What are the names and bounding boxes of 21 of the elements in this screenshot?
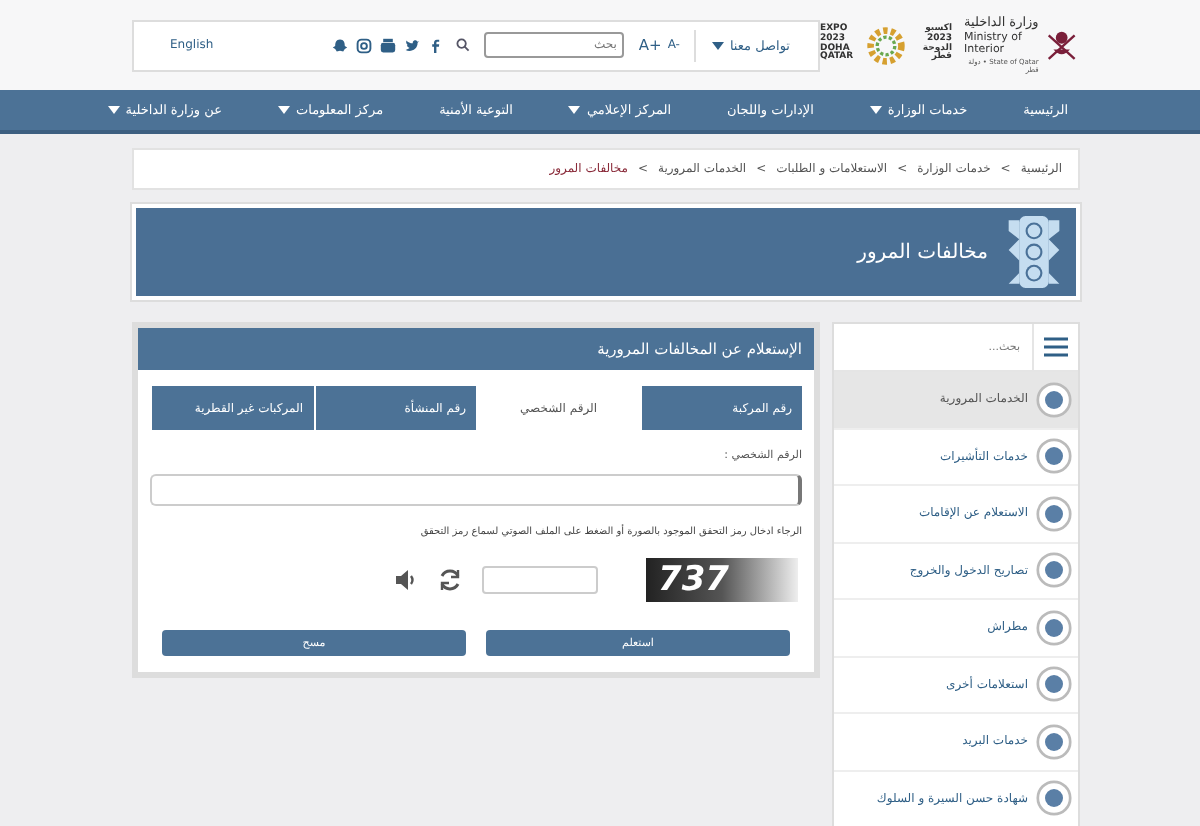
speaker-icon[interactable] (394, 568, 418, 592)
instagram-icon[interactable] (356, 37, 373, 53)
facebook-icon[interactable] (428, 37, 443, 53)
refresh-icon[interactable] (438, 568, 462, 592)
service-icon (1036, 381, 1072, 418)
search-icon[interactable] (456, 38, 471, 52)
service-icon (1036, 666, 1072, 703)
captcha-field[interactable] (482, 566, 598, 594)
service-icon (1036, 723, 1072, 760)
service-icon (1036, 552, 1072, 589)
page-title: مخالفات المرور (857, 241, 988, 263)
service-icon (1036, 495, 1072, 532)
traffic-light-icon (1008, 214, 1060, 290)
service-icon (1036, 438, 1072, 475)
service-icon (1036, 780, 1072, 817)
twitter-icon[interactable] (404, 37, 421, 53)
captcha-image: 737 (646, 558, 798, 602)
caret-icon (711, 41, 724, 49)
flower-logo-icon (864, 23, 908, 67)
service-icon (1036, 609, 1072, 646)
personal-number-field[interactable] (150, 474, 802, 506)
